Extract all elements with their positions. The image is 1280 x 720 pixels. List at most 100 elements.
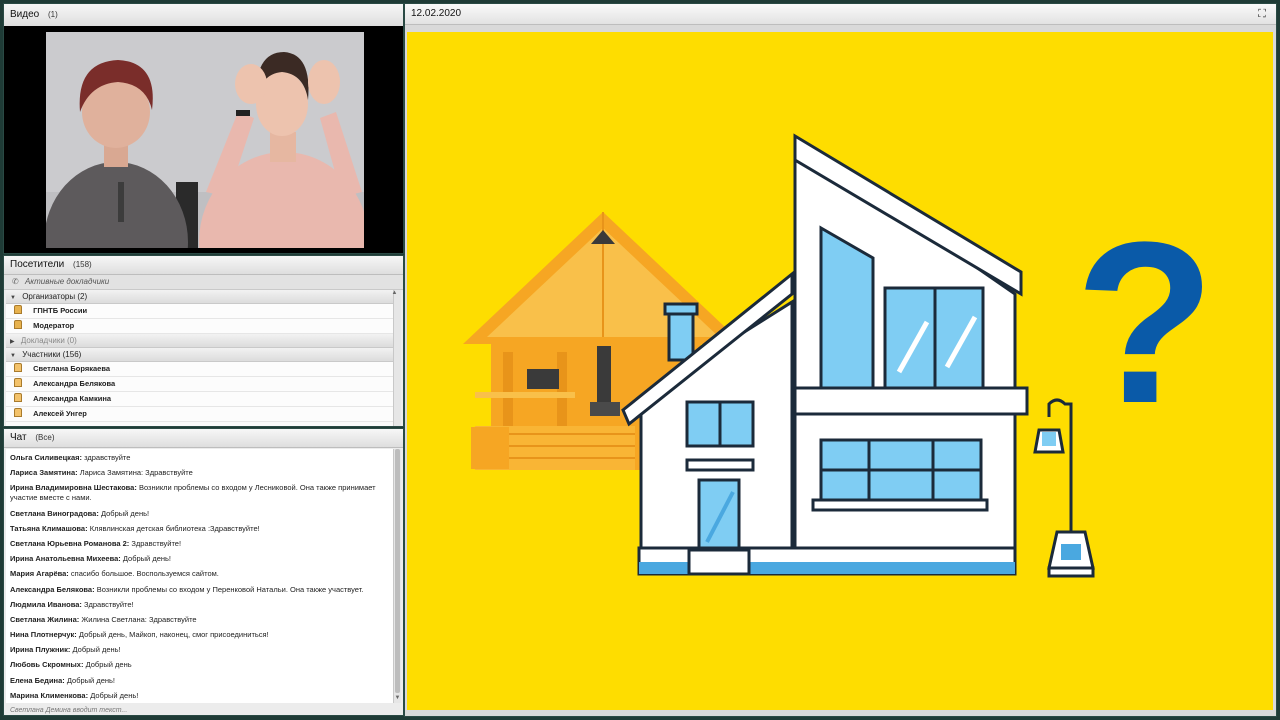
message-text: Добрый день! [90, 690, 139, 700]
chat-message: Светлана Виноградова: Добрый день! [10, 509, 392, 519]
video-pod-count: (1) [48, 10, 58, 19]
attendee-icon [14, 378, 22, 387]
attendees-pod: Посетители (158) ✆ Активные докладчики ▼… [3, 255, 404, 427]
message-text: Возникли проблемы со входом у Перенковой… [96, 584, 364, 594]
message-sender: Александра Белякова: [10, 584, 95, 594]
typing-indicator: Светлана Демина вводит текст... [10, 707, 128, 714]
group-participants[interactable]: ▼ Участники (156) [6, 348, 394, 362]
group-label: Участники (156) [22, 350, 82, 359]
message-sender: Ирина Владимировна Шестакова: [10, 483, 137, 493]
attendee-name: Алексей Унгер [33, 409, 87, 418]
attendee-scrollbar[interactable]: ▲ [391, 290, 401, 426]
message-sender: Татьяна Климашова: [10, 523, 88, 533]
message-text: Здравствуйте! [131, 538, 182, 548]
message-text: Добрый день! [66, 675, 116, 685]
chat-messages: Ольга Силивецкая: здравствуйте Лариса За… [6, 449, 396, 703]
modern-house-icon [621, 133, 1029, 576]
message-sender: Людмила Иванова: [10, 599, 82, 609]
chat-message: Людмила Иванова: Здравствуйте! [10, 600, 392, 610]
chat-message: Елена Бедина: Добрый день! [10, 676, 392, 686]
attendee-row[interactable]: Светлана Борякаева [6, 362, 394, 377]
webcam-video[interactable] [46, 32, 364, 248]
message-text: Клявлинская детская библиотека :Здравств… [89, 523, 260, 533]
chat-message: Татьяна Климашова: Клявлинская детская б… [10, 524, 392, 534]
host-icon [14, 320, 22, 329]
chat-message: Марина Клименкова: Добрый день! [10, 691, 392, 701]
video-area [4, 26, 403, 253]
message-sender: Светлана Юрьевна Романова 2: [10, 538, 130, 548]
question-mark: ? [1075, 194, 1216, 451]
video-pod: Видео (1) [3, 3, 404, 254]
message-text: Лариса Замятина: Здравствуйте [79, 468, 193, 478]
speaker-icon: ✆ [12, 277, 19, 286]
attendee-row[interactable]: Александра Белякова [6, 377, 394, 392]
video-pod-title: Видео [10, 9, 40, 20]
attendee-row[interactable]: Алексей Унгер [6, 407, 394, 422]
chat-message: Ирина Плужник: Добрый день! [10, 645, 392, 655]
message-sender: Ирина Анатольевна Михеева: [10, 554, 121, 564]
presentation-slide: ? [407, 32, 1273, 710]
share-pod-title-bar[interactable]: 12.02.2020 ⛶ [405, 4, 1276, 25]
attendee-row[interactable]: Модератор [6, 319, 394, 334]
message-sender: Нина Плотнерчук: [10, 630, 77, 640]
chat-message: Светлана Юрьевна Романова 2: Здравствуйт… [10, 539, 392, 549]
message-sender: Мария Агарёва: [10, 569, 69, 579]
chat-title: Чат [10, 432, 27, 443]
message-sender: Ирина Плужник: [10, 645, 71, 655]
host-icon [14, 305, 22, 314]
message-text: Добрый день! [72, 645, 121, 655]
fullscreen-icon[interactable]: ⛶ [1256, 8, 1268, 20]
attendee-row[interactable]: ГПНТБ России [6, 304, 394, 319]
chat-message: Мария Агарёва: спасибо большое. Воспольз… [10, 569, 392, 579]
message-sender: Светлана Виноградова: [10, 508, 99, 518]
attendees-pod-title-bar[interactable]: Посетители (158) [4, 256, 403, 275]
message-text: Добрый день! [122, 554, 172, 564]
attendee-name: Александра Белякова [33, 379, 116, 388]
attendees-count: (158) [73, 260, 92, 269]
chat-pod: Чат (Все) Ольга Силивецкая: здравствуйте… [3, 428, 404, 716]
chat-message: Светлана Жилина: Жилина Светлана: Здравс… [10, 615, 392, 625]
message-sender: Светлана Жилина: [10, 614, 80, 624]
chat-message: Александра Белякова: Возникли проблемы с… [10, 585, 392, 595]
message-sender: Лариса Замятина: [10, 468, 78, 478]
webcam-scene [46, 32, 364, 248]
scroll-down-arrow-icon[interactable]: ▼ [394, 695, 401, 702]
message-text: спасибо большое. Воспользуемся сайтом. [70, 569, 219, 579]
chat-scope[interactable]: (Все) [35, 433, 54, 442]
chat-message: Любовь Скромных: Добрый день [10, 660, 392, 670]
message-sender: Марина Клименкова: [10, 690, 89, 700]
video-pod-title-bar[interactable]: Видео (1) [4, 4, 403, 27]
group-label: Организаторы (2) [22, 292, 88, 301]
message-sender: Елена Бедина: [10, 675, 65, 685]
group-label: Докладчики (0) [20, 336, 77, 345]
attendee-list: ▼ Организаторы (2) ГПНТБ России Модерато… [6, 290, 394, 426]
chat-message: Лариса Замятина: Лариса Замятина: Здравс… [10, 468, 392, 478]
group-hosts[interactable]: ▼ Организаторы (2) [6, 290, 394, 304]
share-title: 12.02.2020 [411, 8, 462, 19]
chat-scroll-thumb[interactable] [395, 449, 400, 693]
active-speakers-bar: ✆ Активные докладчики [4, 275, 403, 290]
message-text: Добрый день [85, 660, 132, 670]
chat-message: Ольга Силивецкая: здравствуйте [10, 453, 392, 463]
message-text: Жилина Светлана: Здравствуйте [81, 614, 197, 624]
message-text: Добрый день! [100, 508, 150, 518]
attendee-icon [14, 393, 22, 402]
message-text: здравствуйте [84, 453, 131, 462]
scroll-up-arrow-icon[interactable]: ▲ [391, 290, 398, 297]
chat-message: Нина Плотнерчук: Добрый день, Майкоп, на… [10, 630, 392, 640]
attendee-icon [14, 363, 22, 372]
active-speakers-label: Активные докладчики [24, 277, 110, 286]
group-presenters[interactable]: ▶ Докладчики (0) [6, 334, 394, 348]
attendee-icon [14, 408, 22, 417]
chat-message: Ирина Анатольевна Михеева: Добрый день! [10, 554, 392, 564]
attendee-name: Светлана Борякаева [33, 364, 110, 373]
attendee-name: Александра Камкина [33, 394, 112, 403]
share-pod: 12.02.2020 ⛶ ? [404, 3, 1277, 717]
message-sender: Любовь Скромных: [10, 660, 84, 670]
chat-message: Ирина Владимировна Шестакова: Возникли п… [10, 483, 392, 503]
chat-scrollbar[interactable]: ▼ [393, 449, 401, 703]
attendee-name: ГПНТБ России [33, 306, 88, 315]
message-text: Здравствуйте! [83, 599, 134, 609]
attendee-row[interactable]: Александра Камкина [6, 392, 394, 407]
chat-pod-title-bar[interactable]: Чат (Все) [4, 429, 403, 448]
